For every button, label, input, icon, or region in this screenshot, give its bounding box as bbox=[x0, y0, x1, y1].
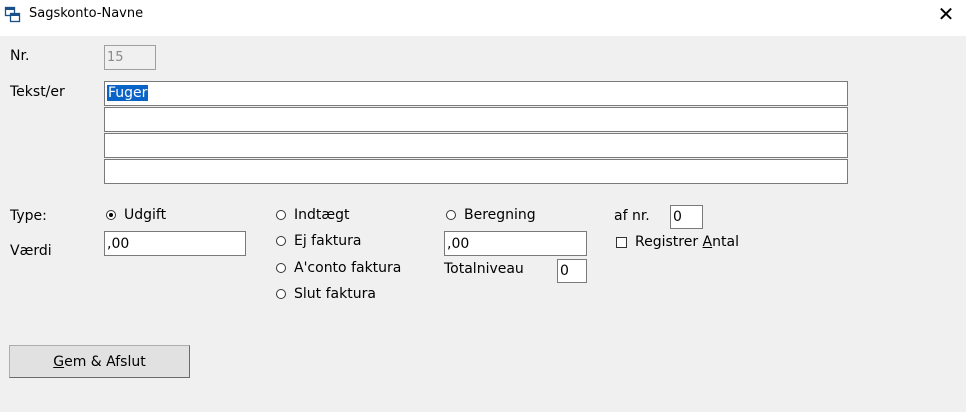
af-nr-label: af nr. bbox=[614, 208, 650, 224]
checkbox-unchecked-icon bbox=[616, 236, 627, 248]
radio-udgift-label: Udgift bbox=[124, 207, 167, 223]
radio-beregning[interactable]: Beregning bbox=[446, 207, 536, 223]
beregning-value-field[interactable] bbox=[444, 231, 587, 256]
radio-indtaegt-label: Indtægt bbox=[294, 207, 350, 223]
tekst-line-3-field[interactable] bbox=[104, 133, 848, 158]
registrer-antal-checkbox[interactable]: Registrer Antal bbox=[616, 234, 739, 250]
tekst-label: Tekst/er bbox=[10, 84, 65, 100]
close-icon: ✕ bbox=[937, 2, 955, 26]
vaerdi-field[interactable] bbox=[104, 231, 246, 256]
radio-unselected-icon bbox=[446, 210, 456, 220]
radio-aconto-faktura-label: A'conto faktura bbox=[294, 260, 402, 276]
registrer-antal-label: Registrer Antal bbox=[635, 234, 739, 250]
close-button[interactable]: ✕ bbox=[926, 0, 966, 28]
radio-slut-faktura-label: Slut faktura bbox=[294, 286, 376, 302]
gem-afslut-button[interactable]: Gem & Afslut bbox=[9, 345, 190, 378]
totalniveau-field[interactable] bbox=[557, 259, 587, 283]
radio-selected-icon bbox=[106, 210, 116, 220]
radio-unselected-icon bbox=[276, 289, 286, 299]
radio-beregning-label: Beregning bbox=[464, 207, 536, 223]
tekst-line-4-field[interactable] bbox=[104, 159, 848, 184]
radio-ej-faktura[interactable]: Ej faktura bbox=[276, 233, 362, 249]
gem-afslut-label: Gem & Afslut bbox=[53, 353, 146, 370]
radio-ej-faktura-label: Ej faktura bbox=[294, 233, 362, 249]
radio-udgift[interactable]: Udgift bbox=[106, 207, 166, 223]
tekst-line-1-selected-text: Fuger bbox=[107, 85, 149, 101]
af-nr-field[interactable] bbox=[670, 205, 703, 229]
tekst-line-1-field[interactable]: Fuger bbox=[104, 81, 848, 106]
radio-slut-faktura[interactable]: Slut faktura bbox=[276, 286, 376, 302]
radio-unselected-icon bbox=[276, 210, 286, 220]
tekst-line-2-field[interactable] bbox=[104, 107, 848, 132]
nr-field bbox=[104, 45, 156, 70]
totalniveau-label: Totalniveau bbox=[444, 261, 524, 277]
radio-unselected-icon bbox=[276, 236, 286, 246]
nr-label: Nr. bbox=[10, 48, 30, 64]
radio-aconto-faktura[interactable]: A'conto faktura bbox=[276, 260, 401, 276]
window-title: Sagskonto-Navne bbox=[29, 6, 144, 21]
vaerdi-label: Værdi bbox=[10, 243, 52, 259]
type-label: Type: bbox=[10, 208, 47, 224]
app-window-icon bbox=[4, 6, 22, 24]
radio-indtaegt[interactable]: Indtægt bbox=[276, 207, 350, 223]
radio-unselected-icon bbox=[276, 263, 286, 273]
title-bar: Sagskonto-Navne ✕ bbox=[0, 0, 966, 36]
